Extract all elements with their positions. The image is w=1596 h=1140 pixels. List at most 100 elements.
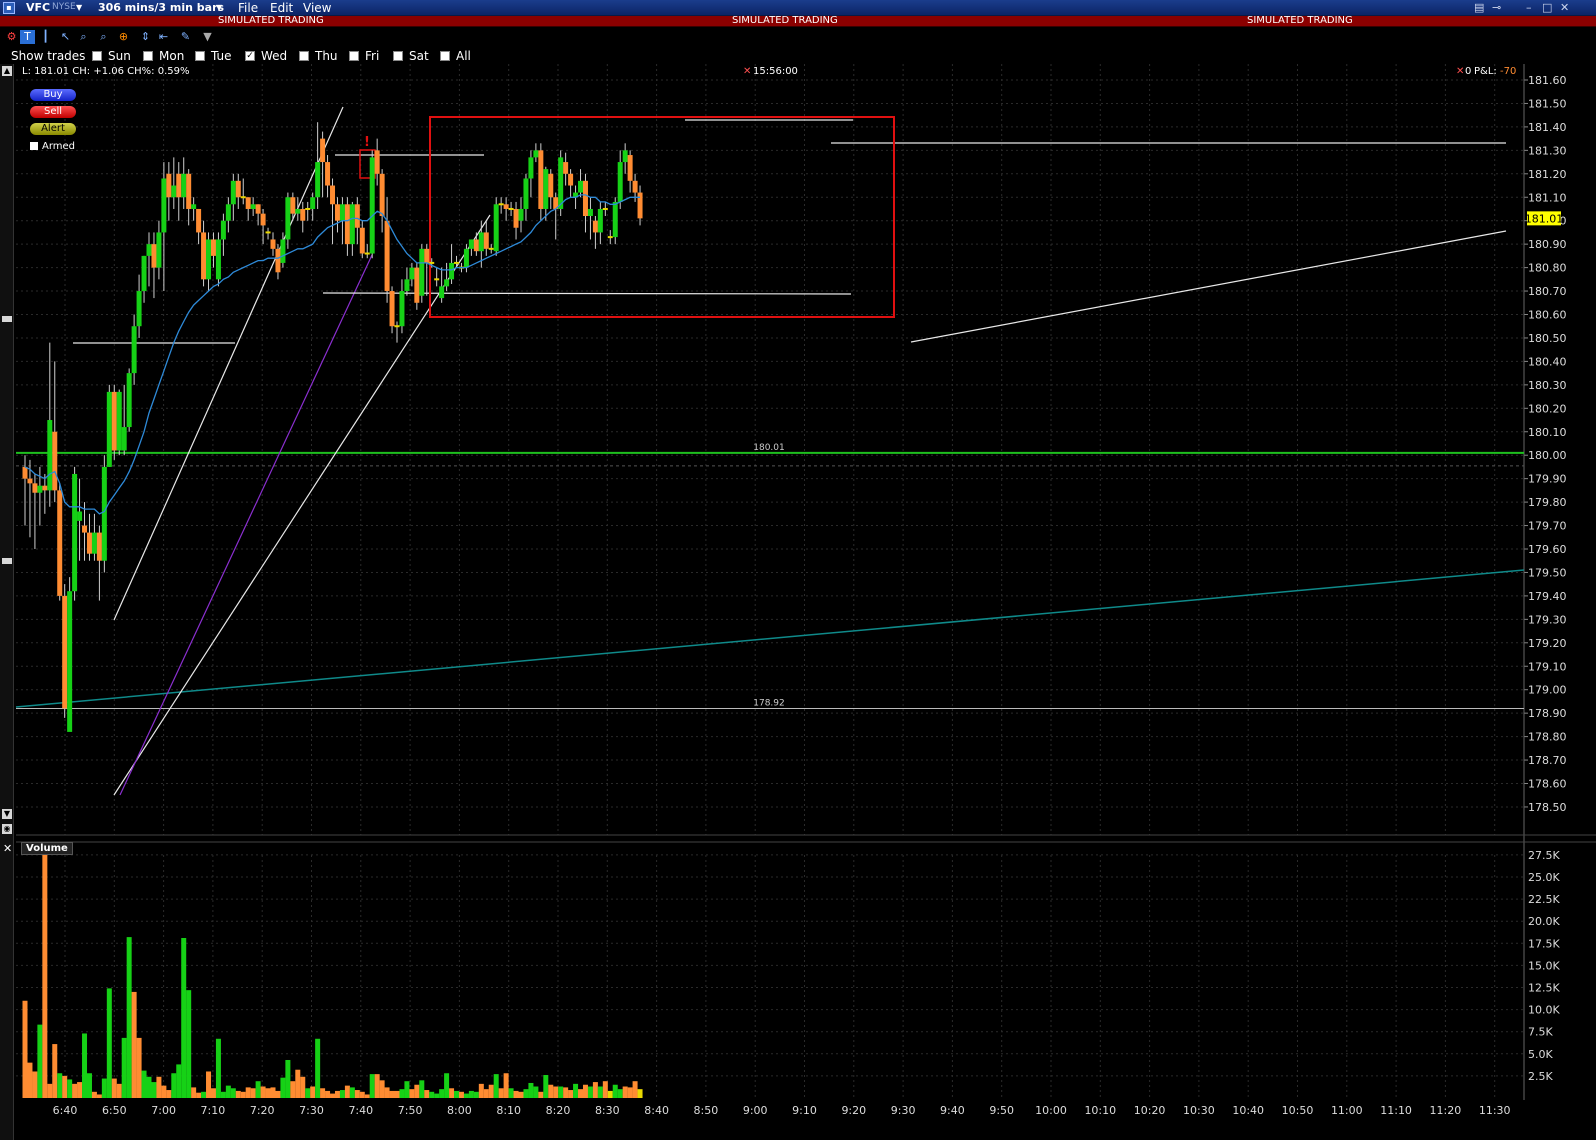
- volume-bar: [409, 1089, 415, 1098]
- volume-bar: [607, 1090, 613, 1098]
- price-tick-label: 180.10: [1528, 426, 1567, 439]
- candle: [384, 197, 390, 303]
- volume-bar: [364, 1094, 370, 1098]
- volume-bar: [310, 1086, 316, 1098]
- candle-body: [607, 236, 613, 239]
- volume-bar: [478, 1083, 484, 1098]
- level-label: 178.92: [753, 698, 785, 708]
- candle-body: [602, 207, 608, 210]
- volume-bar: [250, 1088, 256, 1098]
- candle: [196, 208, 202, 245]
- volume-bar: [449, 1088, 455, 1098]
- candle: [330, 178, 336, 245]
- volume-bar: [42, 854, 48, 1098]
- candle-body: [563, 162, 569, 174]
- volume-tick-label: 7.5K: [1528, 1026, 1553, 1039]
- candle: [563, 152, 569, 186]
- candle-body: [637, 192, 643, 219]
- candle-body: [220, 220, 226, 240]
- time-tick-label: 8:20: [546, 1104, 571, 1117]
- candle-body: [255, 204, 261, 214]
- candle-body: [270, 239, 276, 249]
- volume-bar: [86, 1073, 92, 1098]
- candle-body: [141, 255, 147, 292]
- candle-body: [354, 204, 360, 228]
- volume-bar: [270, 1087, 276, 1098]
- candle: [409, 262, 415, 287]
- time-tick-label: 7:50: [398, 1104, 423, 1117]
- candle: [344, 197, 350, 256]
- armed-box[interactable]: [30, 142, 38, 150]
- volume-bar: [563, 1087, 569, 1098]
- volume-bar: [121, 1037, 127, 1098]
- candle: [225, 197, 231, 233]
- time-tick-label: 10:40: [1232, 1104, 1264, 1117]
- candle: [528, 150, 534, 198]
- candle-body: [42, 485, 48, 491]
- candle-body: [627, 155, 633, 181]
- alert-button[interactable]: Alert: [30, 123, 76, 135]
- volume-bar: [210, 1088, 216, 1098]
- candle: [275, 244, 281, 280]
- candle: [414, 262, 420, 310]
- volume-bar: [171, 1073, 177, 1098]
- time-tick-label: 7:20: [250, 1104, 275, 1117]
- candle-body: [305, 207, 311, 210]
- candle: [354, 197, 360, 245]
- time-tick-label: 7:30: [299, 1104, 324, 1117]
- candle-body: [424, 248, 430, 263]
- volume-label: Volume: [21, 842, 73, 855]
- candle: [597, 201, 603, 245]
- cursor-marker-icon: ✕: [743, 66, 752, 77]
- candle-body: [275, 248, 281, 273]
- volume-tick-label: 25.0K: [1528, 871, 1560, 884]
- volume-bar: [196, 1092, 202, 1098]
- volume-tick-label: 10.0K: [1528, 1004, 1560, 1017]
- armed-checkbox[interactable]: Armed: [30, 141, 75, 152]
- volume-bar: [389, 1090, 395, 1098]
- time-tick-label: 9:20: [841, 1104, 866, 1117]
- candle-body: [518, 208, 524, 221]
- volume-bar: [96, 1094, 102, 1098]
- close-volume-icon[interactable]: ✕: [3, 842, 12, 855]
- candle-body: [330, 185, 336, 205]
- price-tick-label: 181.30: [1528, 144, 1567, 157]
- time-tick-label: 11:10: [1380, 1104, 1412, 1117]
- candle: [320, 131, 326, 198]
- candle-body: [136, 291, 142, 327]
- candle-body: [488, 247, 494, 250]
- volume-tick-label: 17.5K: [1528, 937, 1560, 950]
- candle-body: [632, 180, 638, 193]
- price-tick-label: 179.70: [1528, 520, 1567, 533]
- candle: [493, 197, 499, 256]
- candle: [627, 150, 633, 193]
- buy-button[interactable]: Buy: [30, 89, 76, 101]
- time-tick-label: 9:00: [743, 1104, 768, 1117]
- volume-bar: [146, 1076, 152, 1098]
- candle: [334, 197, 340, 233]
- price-volume-chart[interactable]: 181.60 181.50 181.40 181.30 181.20 181.10 181.…: [0, 0, 1596, 1140]
- candle: [305, 201, 311, 221]
- sell-button[interactable]: Sell: [30, 106, 76, 118]
- candle-body: [82, 525, 88, 533]
- candle: [32, 473, 38, 549]
- volume-bar: [354, 1090, 360, 1098]
- candle-body: [558, 157, 564, 209]
- price-tick-label: 180.00: [1528, 449, 1567, 462]
- candle-body: [419, 248, 425, 296]
- volume-bar: [374, 1074, 380, 1098]
- time-tick-label: 9:30: [891, 1104, 916, 1117]
- candle: [434, 267, 440, 287]
- candle: [394, 321, 400, 343]
- volume-bar: [528, 1082, 534, 1098]
- candle-body: [77, 511, 83, 521]
- candle: [82, 502, 88, 561]
- candle: [91, 513, 97, 561]
- volume-bar: [22, 1000, 28, 1098]
- candle: [136, 274, 142, 338]
- candle-body: [399, 291, 405, 327]
- candle-body: [37, 485, 43, 493]
- candle: [518, 197, 524, 233]
- volume-bar: [295, 1069, 301, 1098]
- volume-bar: [300, 1076, 306, 1098]
